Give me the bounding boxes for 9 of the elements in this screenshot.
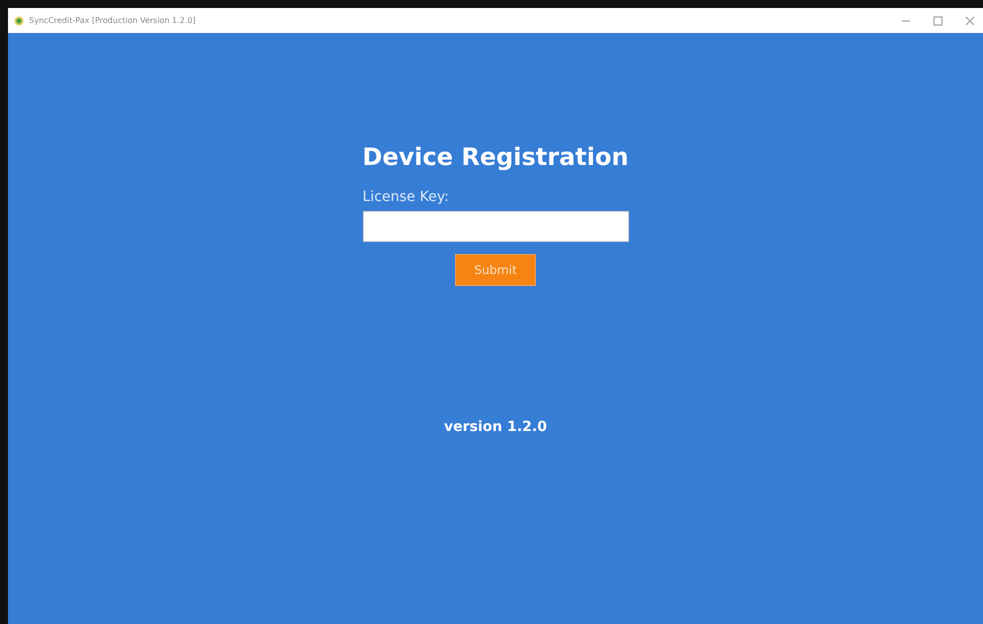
license-key-field[interactable] (362, 211, 628, 242)
maximize-icon[interactable] (933, 16, 943, 26)
window-title: SyncCredit-Pax [Production Version 1.2.0] (29, 16, 196, 25)
field-label: License Key: (362, 189, 449, 205)
version-text: version 1.2.0 (444, 419, 547, 435)
submit-button[interactable]: Submit (455, 254, 536, 286)
app-icon (14, 16, 24, 26)
page-heading: Device Registration (362, 143, 629, 171)
close-icon[interactable] (965, 16, 975, 26)
